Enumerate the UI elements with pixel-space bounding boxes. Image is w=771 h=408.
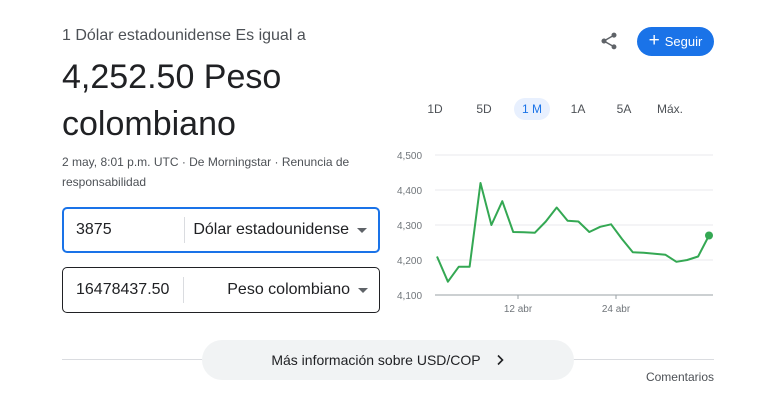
conversion-subtitle: 1 Dólar estadounidense Es igual a — [62, 27, 306, 44]
source-disclaimer: 2 may, 8:01 p.m. UTC · De Morningstar · … — [62, 155, 350, 189]
more-info-label: Más información sobre USD/COP — [271, 352, 481, 368]
chevron-right-icon — [497, 354, 504, 366]
range-tab-5a[interactable]: 5A — [606, 98, 642, 120]
share-button[interactable] — [596, 28, 622, 54]
feedback-link[interactable]: Comentarios — [646, 370, 714, 384]
share-icon — [601, 32, 617, 50]
dropdown-arrow-icon[interactable] — [358, 287, 368, 293]
y-tick-label: 4,500 — [397, 151, 422, 162]
y-tick-label: 4,200 — [397, 256, 422, 267]
range-tab-1m[interactable]: 1 M — [514, 98, 550, 120]
from-amount-input[interactable]: 3875 — [64, 221, 184, 239]
to-amount-input[interactable]: 16478437.50 — [63, 281, 183, 299]
plus-icon: + — [648, 30, 660, 51]
x-tick-label: 12 abr — [504, 304, 533, 315]
to-currency-select[interactable]: Peso colombiano — [184, 281, 358, 299]
range-tab-1d[interactable]: 1D — [416, 98, 454, 120]
time-range-tabs: 1D 5D 1 M 1A 5A Máx. — [416, 98, 690, 120]
price-chart: 4,500 4,400 4,300 4,200 4,100 12 abr 24 abr — [397, 151, 713, 315]
follow-label: Seguir — [664, 34, 703, 49]
current-price-dot — [705, 231, 713, 240]
more-info-button[interactable]: Más información sobre USD/COP — [202, 340, 574, 380]
follow-button[interactable]: + Seguir — [637, 27, 714, 56]
y-tick-label: 4,400 — [397, 186, 422, 197]
dropdown-arrow-icon[interactable] — [357, 227, 367, 233]
conversion-result: 4,252.50 Peso colombiano — [62, 58, 282, 143]
from-currency-select[interactable]: Dólar estadounidense — [185, 221, 357, 239]
from-currency-box: 3875 Dólar estadounidense — [62, 207, 380, 253]
range-tab-max[interactable]: Máx. — [650, 98, 690, 120]
x-tick-label: 24 abr — [602, 304, 631, 315]
range-tab-1a[interactable]: 1A — [560, 98, 596, 120]
y-tick-label: 4,300 — [397, 221, 422, 232]
price-line — [436, 182, 710, 283]
range-tab-5d[interactable]: 5D — [464, 98, 504, 120]
y-tick-label: 4,100 — [397, 291, 422, 302]
to-currency-box: 16478437.50 Peso colombiano — [62, 267, 380, 313]
